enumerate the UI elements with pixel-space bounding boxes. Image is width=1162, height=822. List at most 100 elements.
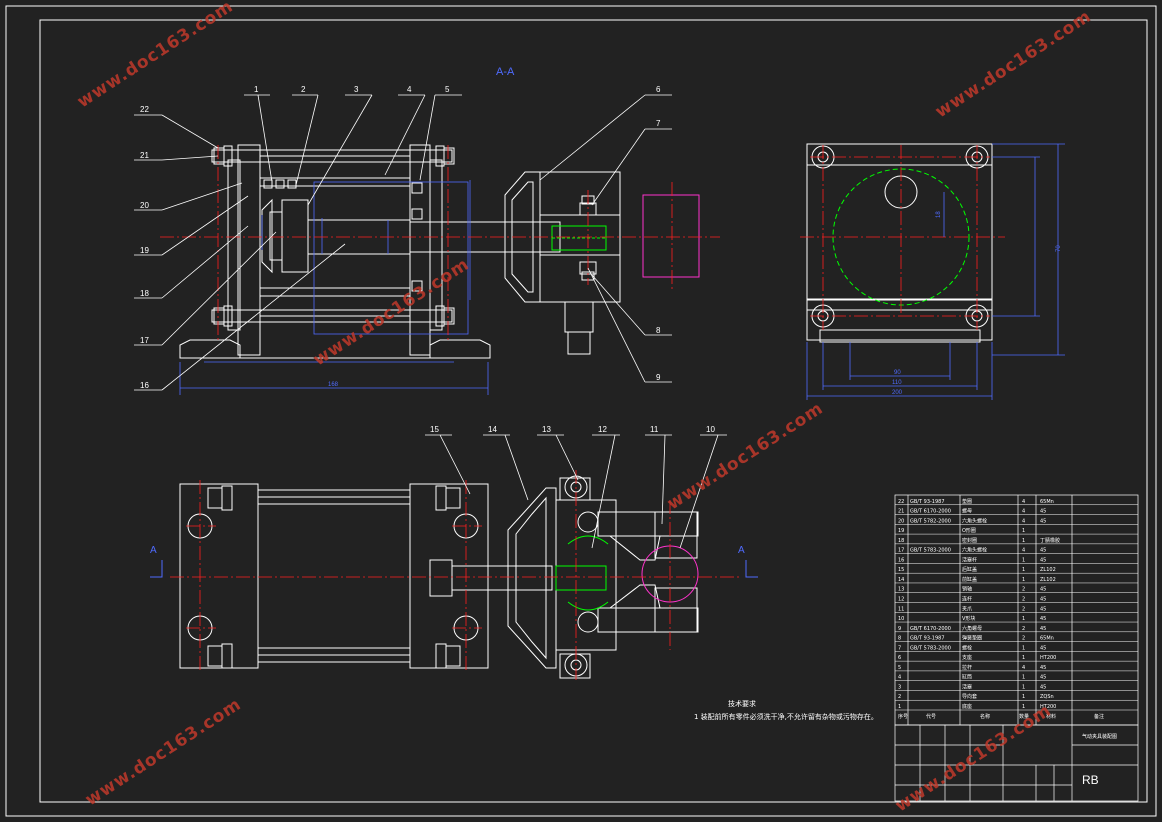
bom-cell-name: 活塞 (962, 683, 972, 690)
bom-cell-name: 拉杆 (962, 664, 972, 671)
front-view-leaders (134, 94, 672, 391)
part-number-17: 17 (140, 336, 149, 345)
part-number-12: 12 (598, 425, 607, 434)
bom-cell-name: 后缸盖 (962, 566, 977, 573)
part-number-7: 7 (656, 119, 661, 128)
part-number-8: 8 (656, 326, 661, 335)
bom-cell-code: GB/T 5783-2000 (910, 645, 951, 651)
part-number-20: 20 (140, 201, 149, 210)
top-view-centerlines (170, 470, 740, 680)
bom-cell-mat: 丁腈橡胶 (1040, 537, 1060, 544)
bom-cell-qty: 1 (1022, 577, 1025, 583)
bom-cell-no: 22 (898, 499, 904, 505)
part-number-21: 21 (140, 151, 149, 160)
bom-cell-name: 密封圈 (962, 537, 977, 544)
bom-cell-mat: 45 (1040, 557, 1046, 563)
bom-cell-mat: 45 (1040, 675, 1046, 681)
bom-cell-no: 2 (898, 694, 901, 700)
part-number-22: 22 (140, 105, 149, 114)
bom-cell-name: 导向套 (962, 693, 977, 700)
bom-cell-qty: 1 (1022, 684, 1025, 690)
bom-cell-code: GB/T 6170-2000 (910, 509, 951, 515)
bom-cell-qty: 1 (1022, 528, 1025, 534)
bom-cell-mat: 45 (1040, 606, 1046, 612)
bom-cell-mat: 45 (1040, 616, 1046, 622)
outer-frame (5, 5, 1157, 817)
bom-cell-mat: 45 (1040, 645, 1046, 651)
part-number-4: 4 (407, 85, 412, 94)
part-number-10: 10 (706, 425, 715, 434)
bom-cell-no: 10 (898, 616, 904, 622)
front-view-centerlines (160, 145, 720, 340)
part-number-14: 14 (488, 425, 497, 434)
bom-cell-name: O形圈 (962, 527, 976, 534)
cad-drawing-canvas[interactable]: A-A 168 1 2 3 4 5 6 7 8 9 22 21 20 19 18… (0, 0, 1162, 822)
bom-cell-qty: 1 (1022, 557, 1025, 563)
bom-header-code: 代号 (926, 713, 936, 720)
tech-notes-heading: 技术要求 (728, 699, 756, 708)
part-number-1: 1 (254, 85, 259, 94)
bom-cell-mat: 45 (1040, 518, 1046, 524)
bom-cell-qty: 1 (1022, 694, 1025, 700)
bom-cell-no: 12 (898, 597, 904, 603)
bom-cell-qty: 4 (1022, 509, 1025, 515)
bom-cell-mat: ZL102 (1040, 577, 1056, 583)
bom-cell-code: GB/T 93-1987 (910, 636, 945, 642)
bom-cell-name: 夹爪 (962, 605, 972, 612)
bom-cell-qty: 1 (1022, 567, 1025, 573)
part-number-3: 3 (354, 85, 359, 94)
bom-cell-no: 13 (898, 587, 904, 593)
bom-cell-no: 11 (898, 606, 904, 612)
bom-cell-mat: ZQSn (1040, 694, 1054, 700)
bom-cell-qty: 4 (1022, 665, 1025, 671)
bom-cell-code: GB/T 6170-2000 (910, 626, 951, 632)
bom-cell-no: 16 (898, 557, 904, 563)
bom-cell-qty: 4 (1022, 518, 1025, 524)
bom-cell-no: 15 (898, 567, 904, 573)
bom-cell-qty: 1 (1022, 616, 1025, 622)
bom-cell-name: 活塞杆 (962, 556, 977, 563)
bom-cell-no: 4 (898, 675, 901, 681)
section-arrows (150, 560, 758, 578)
bom-cell-code: GB/T 5783-2000 (910, 548, 951, 554)
bom-cell-mat: 45 (1040, 626, 1046, 632)
side-view (806, 143, 993, 343)
side-height-dim: 70 (1056, 245, 1062, 252)
phantom-workpiece-front (642, 194, 700, 278)
bom-cell-mat: 45 (1040, 509, 1046, 515)
bom-cell-code: GB/T 93-1987 (910, 499, 945, 505)
bom-cell-mat: 45 (1040, 548, 1046, 554)
bom-cell-name: 螺栓 (962, 644, 972, 651)
svg-text:www.doc163.com: www.doc163.com (932, 6, 1095, 122)
bom-cell-no: 17 (898, 548, 904, 554)
bom-cell-code: GB/T 5782-2000 (910, 518, 951, 524)
bom-cell-name: 底座 (962, 703, 972, 710)
svg-text:www.doc163.com: www.doc163.com (664, 398, 827, 514)
front-view (179, 144, 621, 359)
bom-cell-mat: ZL102 (1040, 567, 1056, 573)
part-number-9: 9 (656, 373, 661, 382)
bom-cell-no: 1 (898, 704, 901, 710)
bom-cell-qty: 4 (1022, 499, 1025, 505)
part-number-18: 18 (140, 289, 149, 298)
watermarks: www.doc163.com www.doc163.com www.doc163… (74, 0, 1095, 816)
bom-cell-name: 连杆 (962, 596, 972, 603)
bom-cell-no: 21 (898, 509, 904, 515)
bom-cell-name: 弹簧垫圈 (962, 635, 982, 642)
bom-cell-name: 缸筒 (962, 674, 972, 681)
side-width-outer-dim: 200 (892, 390, 903, 396)
part-number-2: 2 (301, 85, 306, 94)
svg-text:www.doc163.com: www.doc163.com (74, 0, 237, 112)
bom-cell-qty: 2 (1022, 636, 1025, 642)
bom-cell-no: 18 (898, 538, 904, 544)
part-number-6: 6 (656, 85, 661, 94)
bom-cell-no: 19 (898, 528, 904, 534)
bom-cell-no: 6 (898, 655, 901, 661)
bom-cell-qty: 1 (1022, 704, 1025, 710)
bom-cell-name: V形块 (962, 615, 975, 622)
bom-cell-qty: 1 (1022, 675, 1025, 681)
section-label: A-A (496, 66, 515, 78)
part-number-11: 11 (650, 425, 659, 434)
bom-cell-no: 20 (898, 518, 904, 524)
bom-cell-no: 7 (898, 645, 901, 651)
